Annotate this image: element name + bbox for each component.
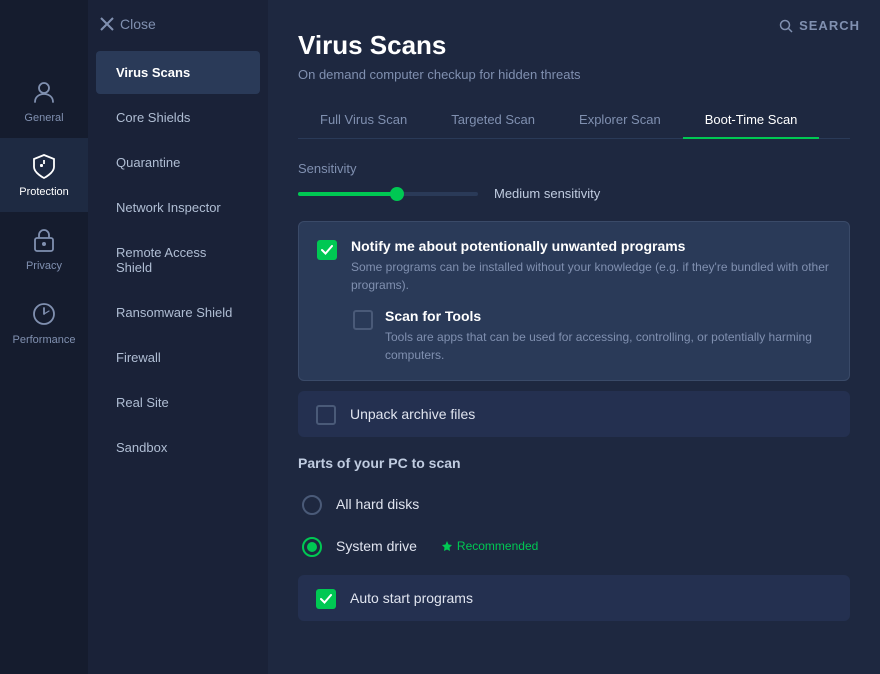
search-label: SEARCH xyxy=(799,18,860,33)
parts-section: Parts of your PC to scan All hard disks … xyxy=(298,455,850,567)
sidebar-item-protection-label: Protection xyxy=(19,186,69,198)
general-icon xyxy=(30,78,58,106)
slider-row: Medium sensitivity xyxy=(298,186,850,201)
recommended-badge: Recommended xyxy=(441,539,538,553)
nav-item-core-shields[interactable]: Core Shields xyxy=(96,96,260,139)
notify-pup-text: Notify me about potentionally unwanted p… xyxy=(351,238,831,294)
notify-pup-desc: Some programs can be installed without y… xyxy=(351,258,831,294)
tab-explorer-scan[interactable]: Explorer Scan xyxy=(557,102,683,139)
all-hard-disks-label: All hard disks xyxy=(336,496,419,512)
checkmark-icon xyxy=(321,245,333,255)
nav-item-network-inspector[interactable]: Network Inspector xyxy=(96,186,260,229)
system-drive-item: System drive Recommended xyxy=(302,525,850,567)
sensitivity-value: Medium sensitivity xyxy=(494,186,600,201)
all-hard-disks-radio[interactable] xyxy=(302,495,322,515)
nav-item-sandbox[interactable]: Sandbox xyxy=(96,426,260,469)
sidebar-item-protection[interactable]: Protection xyxy=(0,138,88,212)
nav-item-quarantine[interactable]: Quarantine xyxy=(96,141,260,184)
tab-full-virus-scan[interactable]: Full Virus Scan xyxy=(298,102,429,139)
nav-item-remote-access-shield[interactable]: Remote Access Shield xyxy=(96,231,260,289)
search-icon xyxy=(779,19,793,33)
main-content: SEARCH Virus Scans On demand computer ch… xyxy=(268,0,880,674)
notify-pup-card: Notify me about potentionally unwanted p… xyxy=(298,221,850,381)
unpack-archive-checkbox[interactable] xyxy=(316,405,336,425)
sensitivity-label: Sensitivity xyxy=(298,161,850,176)
scan-for-tools-desc: Tools are apps that can be used for acce… xyxy=(385,328,831,364)
sidebar-item-privacy[interactable]: Privacy xyxy=(0,212,88,286)
sensitivity-section: Sensitivity Medium sensitivity xyxy=(298,161,850,201)
protection-icon xyxy=(30,152,58,180)
privacy-icon xyxy=(30,226,58,254)
tab-targeted-scan[interactable]: Targeted Scan xyxy=(429,102,557,139)
close-label: Close xyxy=(120,16,156,32)
tabs: Full Virus Scan Targeted Scan Explorer S… xyxy=(298,102,850,139)
star-icon xyxy=(441,540,453,552)
sidebar-item-general-label: General xyxy=(24,112,63,124)
notify-pup-title: Notify me about potentionally unwanted p… xyxy=(351,238,831,254)
auto-start-row: Auto start programs xyxy=(298,575,850,621)
recommended-label: Recommended xyxy=(457,539,538,553)
search-button[interactable]: SEARCH xyxy=(779,18,860,33)
sidebar-item-privacy-label: Privacy xyxy=(26,260,62,272)
system-drive-radio[interactable] xyxy=(302,537,322,557)
scan-for-tools-checkbox[interactable] xyxy=(353,310,373,330)
scan-for-tools-row: Scan for Tools Tools are apps that can b… xyxy=(353,308,831,364)
slider-thumb[interactable] xyxy=(390,187,404,201)
checkmark-icon-2 xyxy=(320,594,332,604)
scan-for-tools-title: Scan for Tools xyxy=(385,308,831,324)
sidebar-item-performance[interactable]: Performance xyxy=(0,286,88,360)
sidebar-item-performance-label: Performance xyxy=(13,334,76,346)
slider-track[interactable] xyxy=(298,192,478,196)
auto-start-label: Auto start programs xyxy=(350,590,473,606)
notify-pup-row: Notify me about potentionally unwanted p… xyxy=(317,238,831,294)
nav-item-virus-scans[interactable]: Virus Scans xyxy=(96,51,260,94)
performance-icon xyxy=(30,300,58,328)
close-icon xyxy=(100,17,114,31)
page-title: Virus Scans xyxy=(298,30,850,61)
parts-section-title: Parts of your PC to scan xyxy=(298,455,850,471)
page-subtitle: On demand computer checkup for hidden th… xyxy=(298,67,850,82)
sidebar-icons: General Protection Privacy Performance xyxy=(0,0,88,674)
slider-fill xyxy=(298,192,397,196)
notify-pup-checkbox[interactable] xyxy=(317,240,337,260)
sidebar-item-general[interactable]: General xyxy=(0,50,88,138)
nav-item-ransomware-shield[interactable]: Ransomware Shield xyxy=(96,291,260,334)
nav-item-firewall[interactable]: Firewall xyxy=(96,336,260,379)
tab-boot-time-scan[interactable]: Boot-Time Scan xyxy=(683,102,820,139)
close-button[interactable]: Close xyxy=(100,16,156,32)
unpack-archive-label: Unpack archive files xyxy=(350,406,475,422)
scan-for-tools-text: Scan for Tools Tools are apps that can b… xyxy=(385,308,831,364)
system-drive-label: System drive xyxy=(336,538,417,554)
auto-start-checkbox[interactable] xyxy=(316,589,336,609)
nav-panel: Virus Scans Core Shields Quarantine Netw… xyxy=(88,0,268,674)
unpack-archive-row: Unpack archive files xyxy=(298,391,850,437)
nav-item-real-site[interactable]: Real Site xyxy=(96,381,260,424)
all-hard-disks-item: All hard disks xyxy=(302,483,850,525)
